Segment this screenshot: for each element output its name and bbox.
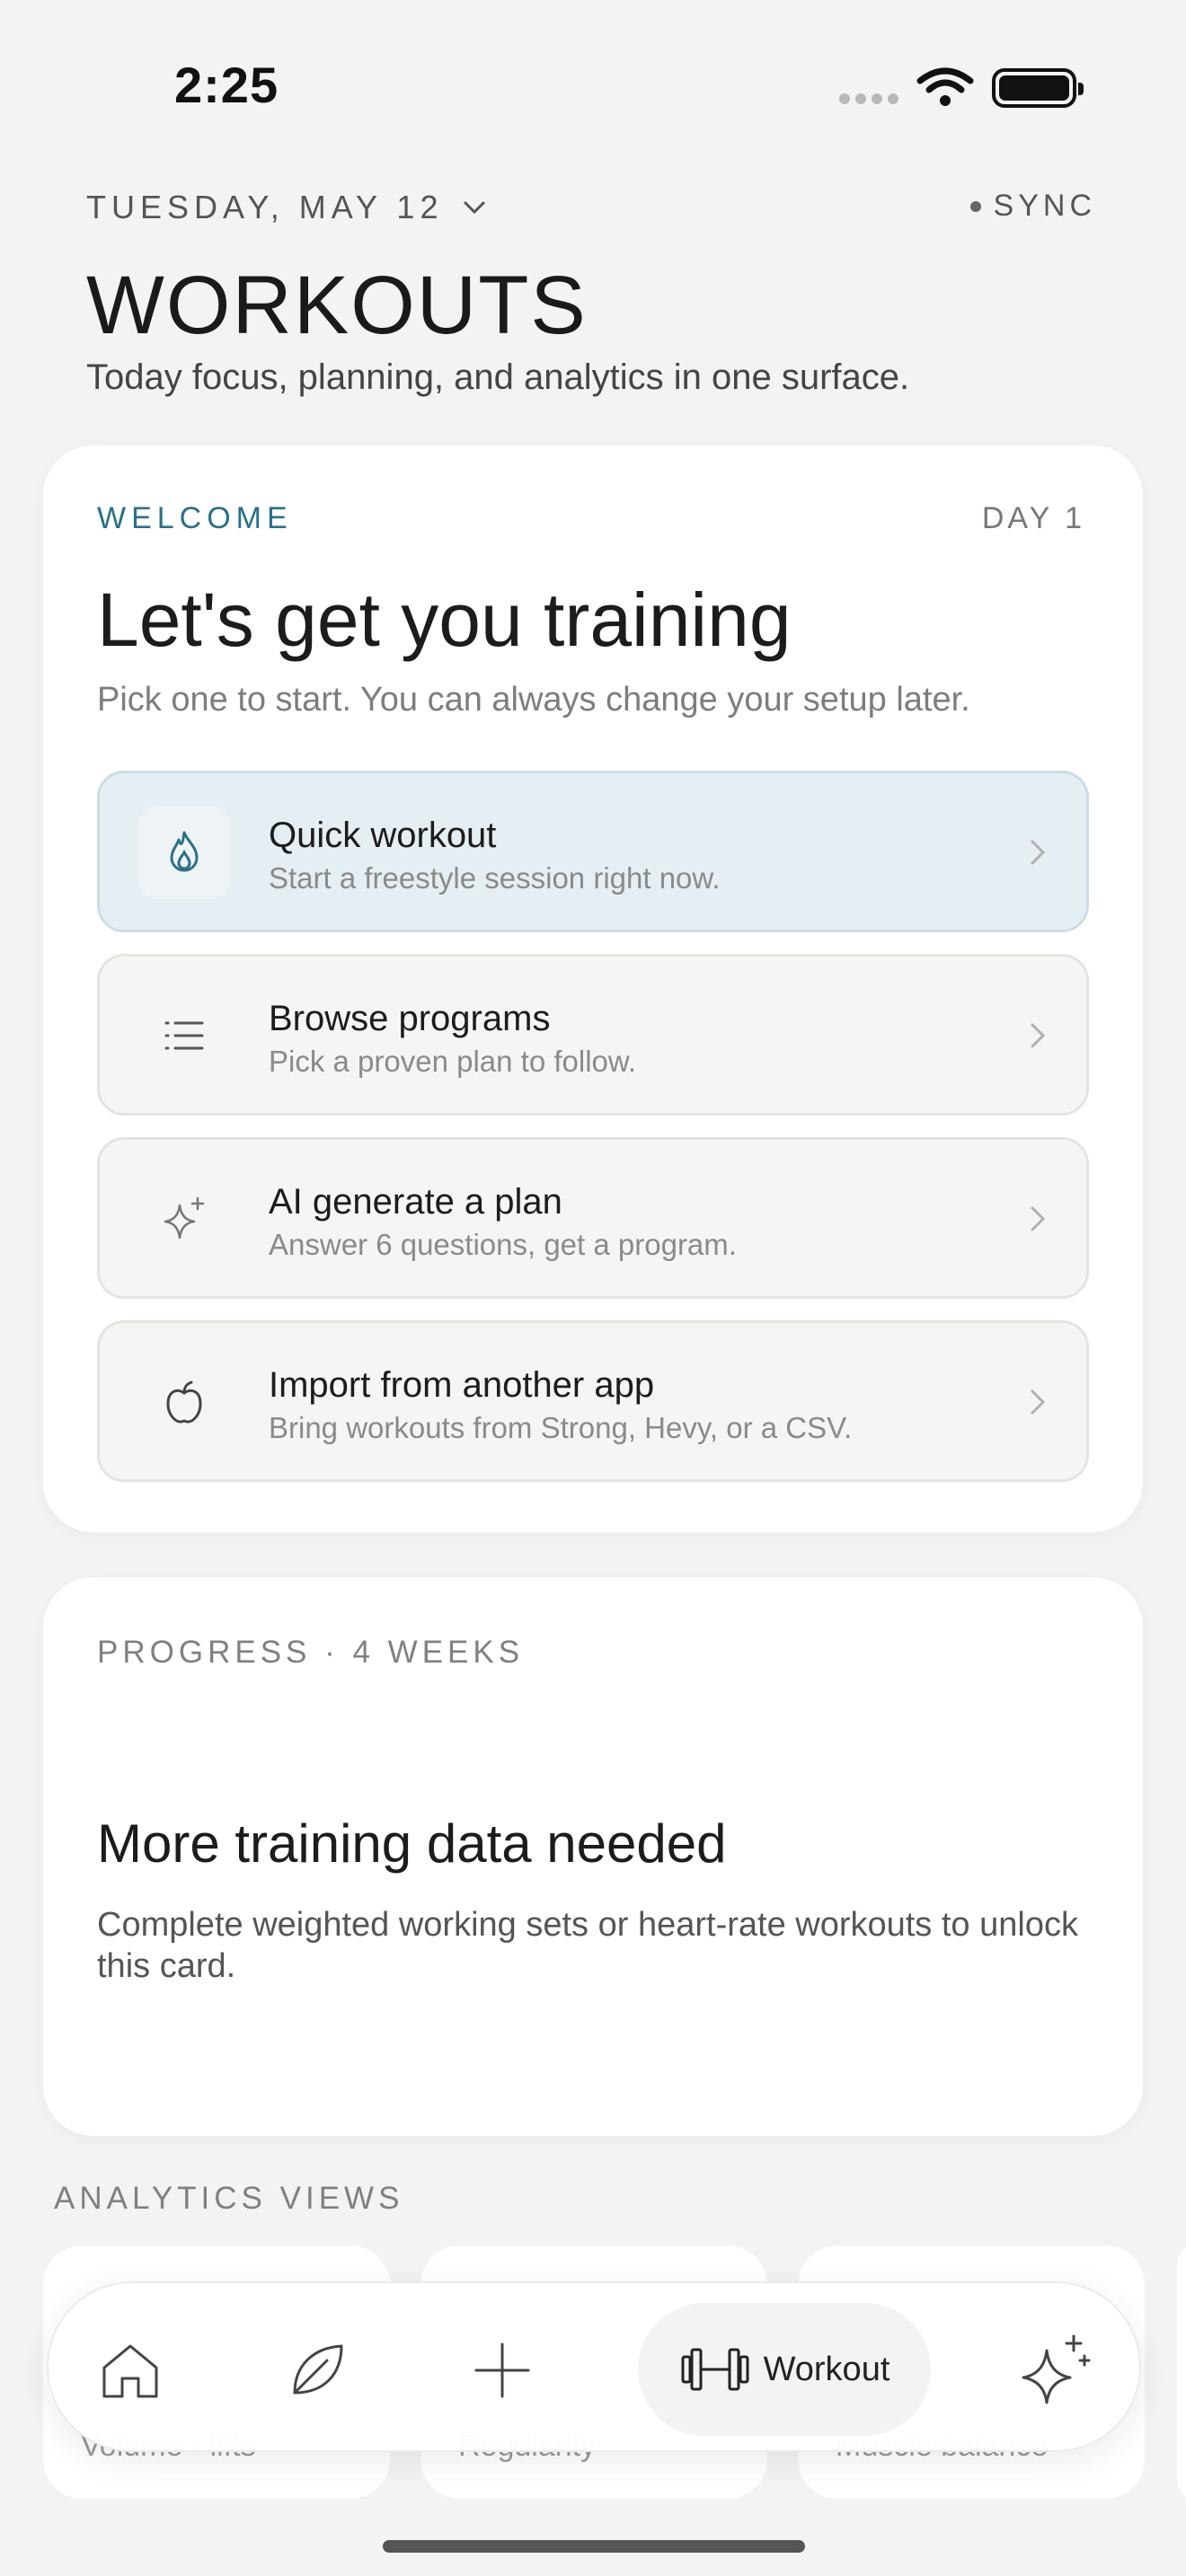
date-label: TUESDAY, MAY 12 — [86, 189, 444, 225]
option-title: AI generate a plan — [269, 1182, 562, 1222]
option-desc: Start a freestyle session right now. — [269, 861, 721, 895]
sparkle-icon — [137, 1172, 231, 1266]
cellular-signal-icon — [839, 93, 898, 104]
chevron-right-icon — [1031, 1023, 1046, 1048]
battery-icon — [992, 68, 1084, 108]
home-indicator[interactable] — [383, 2540, 805, 2553]
chevron-right-icon — [1031, 1206, 1046, 1231]
status-time: 2:25 — [174, 57, 279, 113]
sync-dot-icon — [969, 200, 981, 212]
analytics-card-next[interactable] — [1177, 2245, 1186, 2499]
tab-ai[interactable] — [1006, 2321, 1105, 2420]
chevron-right-icon — [1031, 1389, 1046, 1415]
wifi-icon — [916, 67, 974, 106]
sparkle-icon — [1022, 2334, 1091, 2404]
tab-recovery[interactable] — [268, 2321, 367, 2420]
chevron-right-icon — [1031, 840, 1046, 865]
page-title: WORKOUTS — [86, 260, 588, 351]
date-selector[interactable]: TUESDAY, MAY 12 — [86, 189, 486, 226]
option-desc: Bring workouts from Strong, Hevy, or a C… — [269, 1411, 853, 1444]
welcome-subtitle: Pick one to start. You can always change… — [97, 681, 970, 719]
ai-generate-plan-option[interactable]: AI generate a plan Answer 6 questions, g… — [97, 1137, 1089, 1299]
tab-workout[interactable]: Workout — [638, 2303, 931, 2436]
progress-label: PROGRESS · 4 WEEKS — [97, 1635, 525, 1670]
analytics-label: ANALYTICS VIEWS — [54, 2181, 404, 2216]
list-icon — [137, 989, 231, 1082]
option-desc: Answer 6 questions, get a program. — [269, 1228, 737, 1261]
sync-button[interactable]: SYNC — [969, 189, 1096, 224]
progress-card: PROGRESS · 4 WEEKS More training data ne… — [43, 1577, 1143, 2136]
option-title: Browse programs — [269, 999, 551, 1038]
sync-label: SYNC — [993, 189, 1096, 223]
apple-icon — [137, 1355, 231, 1449]
page-subtitle: Today focus, planning, and analytics in … — [86, 357, 910, 397]
quick-workout-option[interactable]: Quick workout Start a freestyle session … — [97, 771, 1089, 932]
option-desc: Pick a proven plan to follow. — [269, 1045, 637, 1078]
option-title: Import from another app — [269, 1365, 655, 1405]
progress-desc: Complete weighted working sets or heart-… — [97, 1906, 1078, 1985]
plus-icon — [474, 2342, 530, 2398]
tab-add[interactable] — [453, 2321, 552, 2420]
option-title: Quick workout — [269, 816, 497, 855]
welcome-card: WELCOME DAY 1 Let's get you training Pic… — [43, 446, 1143, 1532]
tab-bar: Workout — [47, 2281, 1141, 2452]
flame-icon — [137, 806, 231, 899]
import-app-option[interactable]: Import from another app Bring workouts f… — [97, 1320, 1089, 1482]
tab-home[interactable] — [81, 2321, 180, 2420]
welcome-eyebrow: WELCOME — [97, 501, 293, 535]
home-icon — [102, 2344, 158, 2398]
tab-workout-label: Workout — [763, 2350, 890, 2388]
browse-programs-option[interactable]: Browse programs Pick a proven plan to fo… — [97, 954, 1089, 1116]
leaf-icon — [293, 2344, 343, 2395]
dumbbell-icon — [681, 2348, 749, 2391]
chevron-down-icon — [464, 201, 485, 215]
workouts-screen: 2:25 TUESDAY, MAY 12 SYNC WORKOUTS Today… — [0, 0, 1186, 2576]
progress-title: More training data needed — [97, 1813, 727, 1874]
day-badge: DAY 1 — [981, 501, 1085, 535]
welcome-title: Let's get you training — [97, 578, 792, 662]
